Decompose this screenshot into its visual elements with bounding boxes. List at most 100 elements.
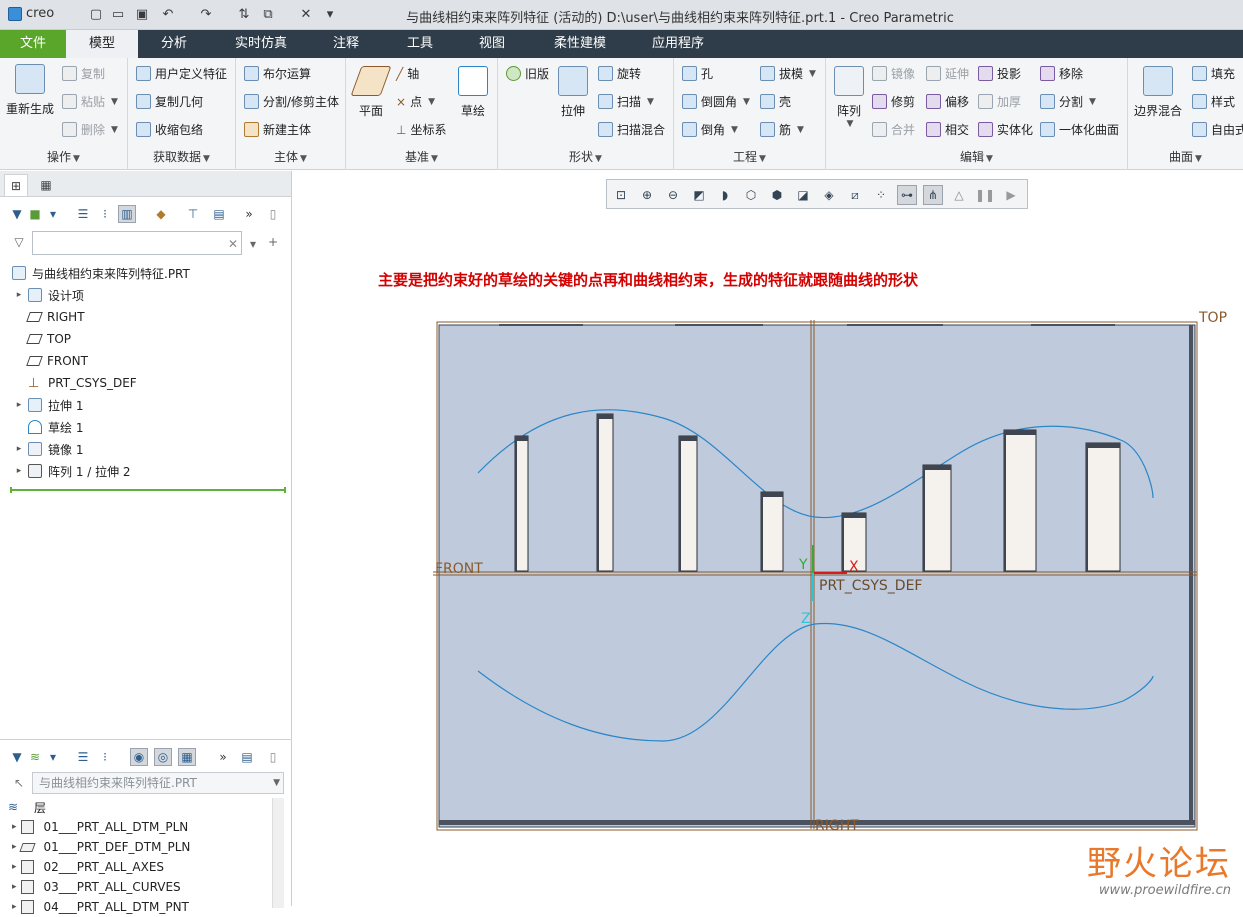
point-display-icon[interactable]: ⁘: [871, 185, 891, 205]
save-icon[interactable]: ▣: [134, 6, 150, 22]
pattern-pillar[interactable]: [596, 413, 614, 572]
layer-item[interactable]: ▸ 04___PRT_ALL_DTM_PNT: [12, 897, 282, 917]
point-button[interactable]: × 点 ▼: [396, 93, 435, 110]
more-icon[interactable]: »: [240, 205, 258, 223]
split-body-button[interactable]: 分割/修剪主体: [244, 93, 339, 110]
tree-settings-icon[interactable]: ▤: [210, 205, 228, 223]
tree-item-sketch-1[interactable]: 草绘 1: [0, 416, 290, 438]
shrinkwrap-button[interactable]: 收缩包络: [136, 121, 203, 138]
sweep-button[interactable]: 扫描 ▼: [598, 93, 654, 110]
style-button[interactable]: 样式: [1192, 93, 1235, 110]
tree-item-part[interactable]: 与曲线相约束来阵列特征.PRT: [0, 262, 290, 284]
tree-item-top[interactable]: TOP: [0, 328, 290, 350]
regenerate-button[interactable]: 重新生成: [6, 64, 54, 117]
offset-button[interactable]: 偏移: [926, 93, 969, 110]
project-button[interactable]: 投影: [978, 65, 1021, 82]
thicken-button[interactable]: 加厚: [978, 93, 1021, 110]
expand-tree-icon[interactable]: ☰: [74, 205, 92, 223]
new-body-button[interactable]: 新建主体: [244, 121, 311, 138]
group-label-surfaces[interactable]: 曲面 ▼: [1128, 148, 1243, 165]
tab-annotate[interactable]: 注释: [318, 30, 374, 58]
group-label-editing[interactable]: 编辑 ▼: [826, 148, 1127, 165]
next-icon[interactable]: ▶: [1001, 185, 1021, 205]
draft-button[interactable]: 拔模 ▼: [760, 65, 816, 82]
mirror-button[interactable]: 镜像: [872, 65, 915, 82]
annotation-display-icon[interactable]: ⋔: [923, 185, 943, 205]
group-label-datum[interactable]: 基准 ▼: [346, 148, 497, 165]
show-icon[interactable]: ■: [26, 205, 44, 223]
extend-button[interactable]: 延伸: [926, 65, 969, 82]
windows-icon[interactable]: ⧉: [260, 6, 276, 22]
tree-filters-icon[interactable]: ⊤: [184, 205, 202, 223]
tree-item-mirror-1[interactable]: ▸ 镜像 1: [0, 438, 290, 460]
close-window-icon[interactable]: ✕: [298, 6, 314, 22]
model-tree-tab-icon[interactable]: ⊞: [4, 174, 28, 196]
pattern-pillar[interactable]: [1003, 429, 1037, 572]
layer-hide-icon[interactable]: ◎: [154, 748, 172, 766]
intersect-button[interactable]: 相交: [926, 121, 969, 138]
expand-arrow-icon[interactable]: ▸: [12, 902, 17, 912]
csys-button[interactable]: ⊥ 坐标系: [396, 121, 446, 138]
split-button[interactable]: 分割 ▼: [1040, 93, 1096, 110]
model-tree-search-input[interactable]: [32, 231, 242, 255]
expand-arrow-icon[interactable]: ▸: [12, 882, 17, 892]
spin-center-icon[interactable]: △: [949, 185, 969, 205]
extrude-button[interactable]: 拉伸: [558, 66, 588, 119]
tab-view[interactable]: 视图: [464, 30, 520, 58]
swept-blend-button[interactable]: 扫描混合: [598, 121, 665, 138]
tree-columns-icon[interactable]: ▥: [118, 205, 136, 223]
repaint-icon[interactable]: ◩: [689, 185, 709, 205]
search-dropdown-icon[interactable]: ▾: [244, 235, 262, 253]
tab-applications[interactable]: 应用程序: [640, 30, 716, 58]
tree-item-pattern-1[interactable]: ▸ 阵列 1 / 拉伸 2: [0, 460, 290, 482]
layers-icon[interactable]: ≋: [26, 748, 44, 766]
merge-button[interactable]: 合并: [872, 121, 915, 138]
expand-arrow-icon[interactable]: ▸: [12, 822, 17, 832]
collapse-tree-icon[interactable]: ⁝: [96, 748, 114, 766]
pattern-pillar[interactable]: [678, 435, 698, 572]
collapse-tree-icon[interactable]: ⁝: [96, 205, 114, 223]
boundary-blend-button[interactable]: 边界混合: [1134, 66, 1182, 119]
show-dropdown-icon[interactable]: ▾: [44, 205, 62, 223]
settings-icon[interactable]: ◆: [152, 205, 170, 223]
group-label-shapes[interactable]: 形状 ▼: [498, 148, 673, 165]
udf-button[interactable]: 用户定义特征: [136, 65, 227, 82]
pattern-pillar[interactable]: [760, 491, 784, 572]
insert-here-marker[interactable]: [10, 487, 286, 493]
collapse-arrow-icon[interactable]: ▼: [8, 748, 26, 766]
perspective-icon[interactable]: ◪: [793, 185, 813, 205]
pattern-button[interactable]: 阵列 ▼: [834, 66, 864, 129]
group-label-get-data[interactable]: 获取数据 ▼: [128, 148, 235, 165]
regenerate-icon[interactable]: ⇅: [236, 6, 252, 22]
remove-button[interactable]: 移除: [1040, 65, 1083, 82]
axis-button[interactable]: ╱ 轴: [396, 65, 419, 82]
layer-visibility-icon[interactable]: ◉: [130, 748, 148, 766]
layer-isolate-icon[interactable]: ▦: [178, 748, 196, 766]
boolean-button[interactable]: 布尔运算: [244, 65, 311, 82]
round-button[interactable]: 倒圆角 ▼: [682, 93, 750, 110]
tree-item-right[interactable]: RIGHT: [0, 306, 290, 328]
more-icon[interactable]: »: [214, 748, 232, 766]
unify-surface-button[interactable]: 一体化曲面: [1040, 121, 1119, 138]
undo-icon[interactable]: ↶: [160, 6, 176, 22]
delete-button[interactable]: 删除 ▼: [62, 121, 118, 138]
clear-search-icon[interactable]: ✕: [224, 235, 242, 253]
layer-scrollbar[interactable]: [272, 798, 284, 908]
layer-settings-icon[interactable]: ▤: [238, 748, 256, 766]
trim-button[interactable]: 修剪: [872, 93, 915, 110]
pause-icon[interactable]: ❚❚: [975, 185, 995, 205]
solidify-button[interactable]: 实体化: [978, 121, 1033, 138]
expand-arrow-icon[interactable]: ▸: [12, 842, 17, 852]
pattern-pillar[interactable]: [1085, 442, 1121, 572]
layers-dropdown-icon[interactable]: ▾: [44, 748, 62, 766]
layer-item[interactable]: ▸ 03___PRT_ALL_CURVES: [12, 877, 282, 897]
group-label-operations[interactable]: 操作 ▼: [0, 148, 127, 165]
expand-tree-icon[interactable]: ☰: [74, 748, 92, 766]
tab-file[interactable]: 文件: [0, 30, 66, 58]
layer-model-select[interactable]: 与曲线相约束来阵列特征.PRT ▼: [32, 772, 284, 794]
tree-item-front[interactable]: FRONT: [0, 350, 290, 372]
paste-button[interactable]: 粘贴 ▼: [62, 93, 118, 110]
redo-icon[interactable]: ↷: [198, 6, 214, 22]
tab-tools[interactable]: 工具: [392, 30, 448, 58]
layer-item[interactable]: ▸ 02___PRT_ALL_AXES: [12, 857, 282, 877]
